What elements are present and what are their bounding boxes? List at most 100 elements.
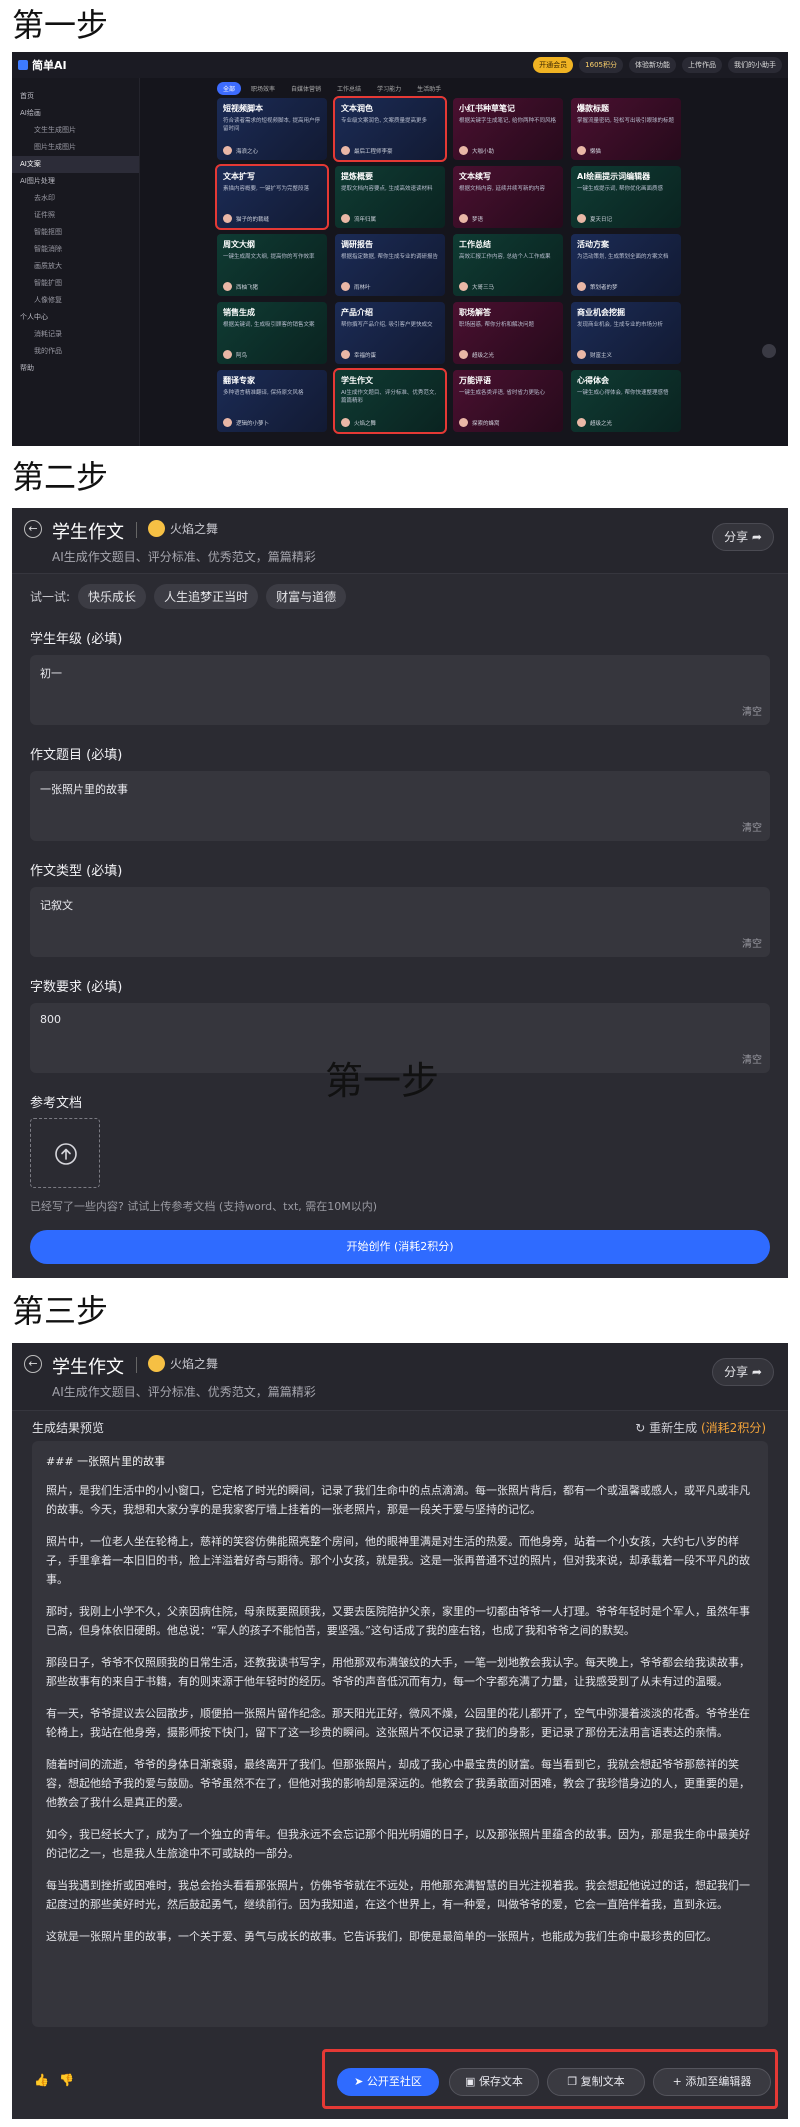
publish-community-button[interactable]: ➤ 公开至社区 (337, 2068, 439, 2096)
sidebar-item[interactable]: 去水印 (12, 190, 139, 207)
tool-card-author: 探索的蜂窝 (459, 418, 500, 427)
points-badge[interactable]: 1605积分 (579, 57, 623, 73)
category-tab[interactable]: 生活助手 (411, 82, 447, 95)
assistant-button[interactable]: 我们的小助手 (728, 57, 782, 73)
tool-card-author: 财富主义 (577, 350, 612, 359)
tool-card-desc: 帮你撰写产品介绍, 吸引客户更快成交 (341, 322, 433, 328)
back-icon[interactable]: ← (24, 520, 42, 538)
sidebar-item[interactable]: 画质放大 (12, 258, 139, 275)
sidebar-item[interactable]: 证件照 (12, 207, 139, 224)
sidebar-item[interactable]: 智能抠图 (12, 224, 139, 241)
category-tab[interactable]: 工作总结 (331, 82, 367, 95)
save-text-button[interactable]: ▣ 保存文本 (449, 2068, 539, 2096)
upload-button[interactable] (30, 1118, 100, 1188)
author-name: 火焰之舞 (170, 522, 219, 536)
tool-card[interactable]: AI绘画提示词编辑器 一键生成提示词, 帮你优化画面质感 夏天日记 (571, 166, 681, 228)
type-input[interactable]: 记叙文 清空 (30, 887, 770, 957)
send-icon: ➤ (354, 2075, 367, 2088)
topic-input[interactable]: 一张照片里的故事 清空 (30, 771, 770, 841)
result-text-box[interactable]: ### 一张照片里的故事 照片，是我们生活中的小小窗口，它定格了时光的瞬间，记录… (32, 1441, 768, 2027)
tool-card-author: 阿鸟 (223, 350, 247, 359)
tool-card[interactable]: 调研报告 根据指定数据, 帮你生成专业的调研报告 雨林叶 (335, 234, 445, 296)
tool-card[interactable]: 万能评语 一键生成各类评语, 省时省力更贴心 探索的蜂窝 (453, 370, 563, 432)
tool-card[interactable]: 文本续写 根据文档内容, 延续并续写新的内容 梦语 (453, 166, 563, 228)
tool-card[interactable]: 职场解答 职场困惑, 帮你分析和解决问题 超级之光 (453, 302, 563, 364)
tool-card[interactable]: 提炼概要 提取文档内容要点, 生成高效速读材料 流年归属 (335, 166, 445, 228)
sidebar-item[interactable]: AI绘画 (12, 105, 139, 122)
app-logo[interactable]: 简单AI (18, 57, 67, 73)
author-avatar (341, 418, 350, 427)
clear-button[interactable]: 清空 (742, 1051, 762, 1066)
tool-card-desc: 根据关键字生成笔记, 给你两种不同风格 (459, 118, 556, 124)
clear-button[interactable]: 清空 (742, 935, 762, 950)
tool-card-author: 猫子的的裁缝 (223, 214, 269, 223)
sidebar-item[interactable]: 图片生成图片 (12, 139, 139, 156)
essay-paragraph: 有一天，爷爷提议去公园散步，顺便拍一张照片留作纪念。那天阳光正好，微风不燥，公园… (46, 1707, 750, 1739)
sidebar-item[interactable]: AI文案 (12, 156, 139, 173)
tool-card[interactable]: 文本润色 专业级文案润色, 文案质量提高更多 最后工程师李豪 (333, 96, 447, 162)
new-feature-button[interactable]: 体验新功能 (629, 57, 676, 73)
example-chip[interactable]: 人生追梦正当时 (154, 584, 259, 609)
back-icon[interactable]: ← (24, 1355, 42, 1373)
thumbs-down-icon[interactable]: 👎 (59, 2073, 74, 2087)
tool-card-title: 调研报告 (341, 240, 373, 249)
sidebar-item[interactable]: 智能扩图 (12, 275, 139, 292)
tool-card-desc: 职场困惑, 帮你分析和解决问题 (459, 322, 534, 328)
sidebar-item[interactable]: 帮助 (12, 360, 139, 377)
regenerate-button[interactable]: ↻ 重新生成 (消耗2积分) (635, 1419, 766, 1436)
sidebar-item[interactable]: 智能消除 (12, 241, 139, 258)
grade-input[interactable]: 初一 清空 (30, 655, 770, 725)
category-tab[interactable]: 职场效率 (245, 82, 281, 95)
sidebar-item[interactable]: 文生生成图片 (12, 122, 139, 139)
tool-card[interactable]: 心得体会 一键生成心得体会, 帮你快速整理感悟 超级之光 (571, 370, 681, 432)
author-avatar (577, 214, 586, 223)
start-create-button[interactable]: 开始创作 (消耗2积分) (30, 1230, 770, 1264)
tool-card-desc: 为活动策划, 生成策划全面的方案文档 (577, 254, 669, 260)
author-name: 策划者的梦 (590, 284, 618, 291)
copy-text-button[interactable]: ❐ 复制文本 (547, 2068, 645, 2096)
header-divider (136, 522, 137, 538)
tool-card[interactable]: 学生作文 AI生成作文题目、评分标准、优秀范文, 篇篇精彩 火焰之舞 (333, 368, 447, 434)
author-badge[interactable]: 火焰之舞 (148, 1355, 218, 1372)
float-help-icon[interactable] (762, 344, 776, 358)
sidebar-item[interactable]: 消耗记录 (12, 326, 139, 343)
thumbs-up-icon[interactable]: 👍 (34, 2073, 49, 2087)
author-avatar (223, 282, 232, 291)
sidebar-item[interactable]: 首页 (12, 88, 139, 105)
example-chip[interactable]: 快乐成长 (78, 584, 147, 609)
tool-card[interactable]: 周文大纲 一键生成周文大纲, 提高你的写作效率 西柚飞猪 (217, 234, 327, 296)
tool-card-title: 文本扩写 (223, 172, 255, 181)
clear-button[interactable]: 清空 (742, 819, 762, 834)
vip-button[interactable]: 开通会员 (533, 57, 574, 73)
author-avatar (223, 350, 232, 359)
upload-work-button[interactable]: 上传作品 (682, 57, 722, 73)
example-chip[interactable]: 财富与道德 (266, 584, 347, 609)
category-tabs: 全部 职场效率 自媒体营销 工作总结 学习能力 生活助手 (217, 82, 447, 95)
tool-card[interactable]: 销售生成 根据关键词, 生成吸引顾客的销售文案 阿鸟 (217, 302, 327, 364)
share-button[interactable]: 分享 ➦ (712, 1358, 774, 1386)
action-highlight-box: ➤ 公开至社区 ▣ 保存文本 ❐ 复制文本 + 添加至编辑器 (322, 2049, 778, 2109)
tool-card[interactable]: 活动方案 为活动策划, 生成策划全面的方案文档 策划者的梦 (571, 234, 681, 296)
category-tab[interactable]: 学习能力 (371, 82, 407, 95)
tool-card[interactable]: 产品介绍 帮你撰写产品介绍, 吸引客户更快成交 幸福的蛋 (335, 302, 445, 364)
tool-card[interactable]: 商业机会挖掘 发现商业机会, 生成专业的市场分析 财富主义 (571, 302, 681, 364)
sidebar-item[interactable]: AI图片处理 (12, 173, 139, 190)
tool-card[interactable]: 短视频脚本 符合读者需求的短视频脚本, 提高用户停留时间 海浪之心 (217, 98, 327, 160)
tool-card[interactable]: 文本扩写 素描内容概要, 一键扩写为完整段落 猫子的的裁缝 (215, 164, 329, 230)
author-badge[interactable]: 火焰之舞 (148, 520, 218, 537)
sidebar-item[interactable]: 个人中心 (12, 309, 139, 326)
tool-card[interactable]: 小红书种草笔记 根据关键字生成笔记, 给你两种不同风格 大咖小助 (453, 98, 563, 160)
tool-card[interactable]: 爆款标题 掌握流量密码, 轻松写出吸引眼球的标题 懒猫 (571, 98, 681, 160)
tool-card[interactable]: 翻译专家 多种语言精准翻译, 保持原文风格 逻辑的小萝卜 (217, 370, 327, 432)
grade-label: 学生年级 (必填) (30, 632, 123, 647)
add-to-editor-button[interactable]: + 添加至编辑器 (653, 2068, 771, 2096)
tool-card[interactable]: 工作总结 高效汇报工作内容, 总结个人工作成果 大哥三马 (453, 234, 563, 296)
overlay-annotation: 第一步 (325, 1059, 440, 1103)
essay-paragraph: 随着时间的流逝，爷爷的身体日渐衰弱，最终离开了我们。但那张照片，却成了我心中最宝… (46, 1758, 750, 1809)
sidebar-item[interactable]: 我的作品 (12, 343, 139, 360)
sidebar-item[interactable]: 人像修复 (12, 292, 139, 309)
share-button[interactable]: 分享 ➦ (712, 523, 774, 551)
category-tab[interactable]: 自媒体营销 (285, 82, 327, 95)
category-tab[interactable]: 全部 (217, 82, 242, 95)
clear-button[interactable]: 清空 (742, 703, 762, 718)
